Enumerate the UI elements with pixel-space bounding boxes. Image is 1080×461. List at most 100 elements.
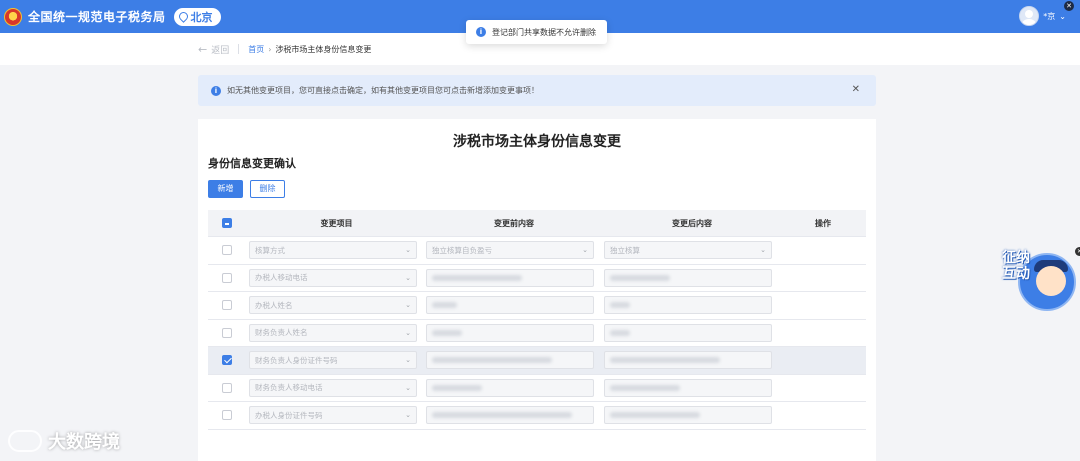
- after-value-field[interactable]: [604, 268, 772, 287]
- redacted-value: [610, 412, 700, 419]
- after-value-field[interactable]: [604, 406, 772, 425]
- service-mascot[interactable]: 征纳互动 ✕: [1000, 247, 1080, 312]
- change-item-value: 办税人移动电话: [255, 273, 308, 283]
- change-item-select[interactable]: 财务负责人移动电话 ⌄: [249, 378, 417, 397]
- redacted-value: [432, 329, 462, 336]
- column-header-item: 变更项目: [320, 218, 353, 228]
- change-item-select[interactable]: 财务负责人姓名 ⌄: [249, 323, 417, 342]
- chevron-down-icon: ⌄: [582, 246, 588, 255]
- row-checkbox[interactable]: [222, 382, 232, 393]
- chevron-down-icon: ⌄: [1059, 11, 1066, 21]
- after-value-text: 独立核算: [610, 245, 640, 255]
- chevron-down-icon: ⌄: [405, 328, 411, 337]
- close-icon[interactable]: ✕: [1075, 247, 1080, 256]
- after-value-field[interactable]: [604, 323, 772, 342]
- row-checkbox[interactable]: [222, 327, 232, 338]
- divider: [238, 44, 240, 54]
- after-value-field[interactable]: 独立核算 ⌄: [604, 241, 772, 260]
- user-name: *京: [1043, 11, 1056, 21]
- table-row[interactable]: 办税人姓名 ⌄: [208, 292, 866, 320]
- redacted-value: [610, 329, 630, 336]
- redacted-value: [610, 384, 680, 391]
- change-table: 变更项目 变更前内容 变更后内容 操作 核算方式 ⌄ 独立核算自负盈亏 ⌄ 独立核算 ⌄ 办…: [208, 210, 866, 430]
- redacted-value: [432, 274, 522, 281]
- row-checkbox[interactable]: [222, 410, 232, 421]
- region-label: 北京: [190, 10, 213, 24]
- table-row[interactable]: 财务负责人姓名 ⌄: [208, 320, 866, 347]
- redacted-value: [432, 357, 552, 364]
- delete-button[interactable]: 删除: [250, 180, 285, 198]
- back-button[interactable]: ← 返回: [198, 43, 229, 56]
- chevron-down-icon: ⌄: [405, 273, 411, 282]
- arrow-left-icon: ←: [198, 42, 208, 56]
- before-value-field[interactable]: [426, 378, 594, 397]
- table-body: 核算方式 ⌄ 独立核算自负盈亏 ⌄ 独立核算 ⌄ 办税人移动电话 ⌄ 办税人姓名 ⌄ 财务负责人姓名…: [208, 237, 866, 430]
- row-checkbox[interactable]: [222, 272, 232, 283]
- table-row[interactable]: 核算方式 ⌄ 独立核算自负盈亏 ⌄ 独立核算 ⌄: [208, 237, 866, 265]
- column-header-action: 操作: [815, 218, 831, 228]
- toast-text: 登记部门共享数据不允许删除: [492, 27, 596, 37]
- before-value-field[interactable]: 独立核算自负盈亏 ⌄: [426, 241, 594, 260]
- site-title: 全国统一规范电子税务局: [28, 10, 166, 24]
- tax-emblem-icon: [4, 7, 22, 26]
- before-value-field[interactable]: [426, 406, 594, 425]
- chevron-down-icon: ⌄: [405, 411, 411, 420]
- select-all-checkbox[interactable]: [222, 218, 232, 228]
- before-value-field[interactable]: [426, 296, 594, 315]
- column-header-before: 变更前内容: [494, 218, 534, 228]
- region-selector[interactable]: 北京: [173, 7, 221, 26]
- table-row[interactable]: 财务负责人移动电话 ⌄: [208, 375, 866, 402]
- redacted-value: [610, 302, 630, 309]
- row-checkbox[interactable]: [222, 355, 232, 366]
- change-item-value: 财务负责人身份证件号码: [255, 355, 338, 365]
- watermark: 大数跨境: [8, 428, 120, 454]
- chevron-down-icon: ⌄: [405, 383, 411, 392]
- change-item-select[interactable]: 财务负责人身份证件号码 ⌄: [249, 351, 417, 370]
- before-value-field[interactable]: [426, 351, 594, 370]
- column-header-after: 变更后内容: [672, 218, 712, 228]
- chevron-down-icon: ⌄: [405, 246, 411, 255]
- change-item-value: 核算方式: [255, 245, 285, 255]
- mascot-text: 征纳互动: [1002, 250, 1030, 282]
- info-icon: i: [476, 27, 486, 37]
- chevron-right-icon: ›: [268, 44, 272, 54]
- after-value-field[interactable]: [604, 296, 772, 315]
- info-alert: i 如无其他变更项目，您可直接点击确定，如有其他变更项目您可点击新增添加变更事项…: [198, 75, 876, 106]
- change-item-select[interactable]: 办税人姓名 ⌄: [249, 296, 417, 315]
- watermark-text: 大数跨境: [48, 432, 120, 453]
- section-title: 身份信息变更确认: [208, 157, 296, 170]
- breadcrumb-home-link[interactable]: 首页: [248, 44, 264, 55]
- change-item-value: 办税人身份证件号码: [255, 410, 323, 420]
- before-value-text: 独立核算自负盈亏: [432, 245, 492, 255]
- table-header: 变更项目 变更前内容 变更后内容 操作: [208, 210, 866, 237]
- alert-close-icon[interactable]: ✕: [852, 84, 860, 95]
- row-checkbox[interactable]: [222, 300, 232, 311]
- change-item-select[interactable]: 办税人身份证件号码 ⌄: [249, 406, 417, 425]
- change-item-select[interactable]: 核算方式 ⌄: [249, 241, 417, 260]
- after-value-field[interactable]: [604, 378, 772, 397]
- before-value-field[interactable]: [426, 323, 594, 342]
- change-item-value: 办税人姓名: [255, 300, 293, 310]
- avatar[interactable]: [1019, 6, 1040, 26]
- table-row[interactable]: 办税人身份证件号码 ⌄: [208, 402, 866, 430]
- close-icon[interactable]: ✕: [1064, 1, 1074, 11]
- row-checkbox[interactable]: [222, 245, 232, 256]
- toast-message: i 登记部门共享数据不允许删除: [466, 20, 607, 44]
- after-value-field[interactable]: [604, 351, 772, 370]
- info-icon: i: [211, 85, 221, 96]
- redacted-value: [610, 274, 670, 281]
- redacted-value: [432, 384, 482, 391]
- breadcrumb-current: 涉税市场主体身份信息变更: [275, 44, 372, 54]
- main-card: 涉税市场主体身份信息变更 身份信息变更确认 新增 删除 变更项目 变更前内容 变…: [198, 119, 876, 461]
- chevron-down-icon: ⌄: [405, 356, 411, 365]
- change-item-value: 财务负责人移动电话: [255, 383, 323, 393]
- table-row[interactable]: 财务负责人身份证件号码 ⌄: [208, 347, 866, 375]
- change-item-select[interactable]: 办税人移动电话 ⌄: [249, 268, 417, 287]
- before-value-field[interactable]: [426, 268, 594, 287]
- table-row[interactable]: 办税人移动电话 ⌄: [208, 265, 866, 292]
- redacted-value: [610, 357, 720, 364]
- add-button[interactable]: 新增: [208, 180, 243, 198]
- change-item-value: 财务负责人姓名: [255, 328, 308, 338]
- back-label: 返回: [211, 45, 230, 56]
- user-menu[interactable]: *京 ⌄: [1019, 6, 1066, 26]
